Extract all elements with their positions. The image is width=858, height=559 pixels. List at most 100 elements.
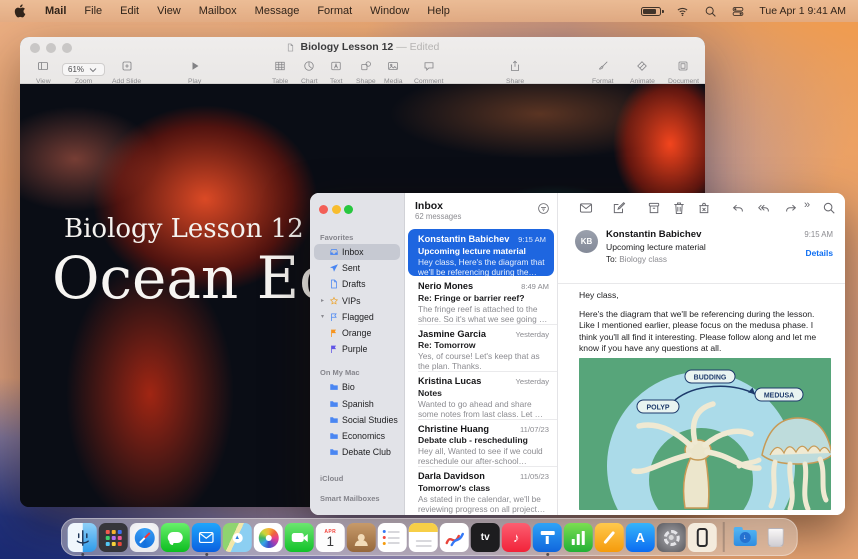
menu-edit[interactable]: Edit <box>111 5 148 17</box>
details-link[interactable]: Details <box>806 248 833 258</box>
sidebar-item-purple-flag[interactable]: Purple <box>324 341 400 357</box>
dock-freeform-icon[interactable] <box>440 523 469 552</box>
message-row[interactable]: Jasmine GarciaYesterday Re: Tomorrow Yes… <box>405 324 557 372</box>
menu-mail[interactable]: Mail <box>36 5 75 17</box>
add-slide-button[interactable]: Add Slide <box>112 59 141 85</box>
sidebar-item-sent[interactable]: Sent <box>314 260 400 276</box>
trash-icon[interactable] <box>672 201 686 215</box>
keynote-titlebar: Biology Lesson 12 — Edited View 61%Zoom … <box>20 37 705 84</box>
dock-apple-tv-icon[interactable]: tv <box>471 523 500 552</box>
dock-contacts-icon[interactable] <box>347 523 376 552</box>
get-mail-icon[interactable] <box>579 201 593 215</box>
comment-button[interactable]: Comment <box>414 59 443 85</box>
menu-format[interactable]: Format <box>308 5 361 17</box>
play-button[interactable]: Play <box>188 59 201 85</box>
share-button[interactable]: Share <box>506 59 524 85</box>
forward-icon[interactable] <box>784 201 798 215</box>
message-row[interactable]: Kristina LucasYesterday Notes Wanted to … <box>405 371 557 419</box>
slide-title-text: Ocean Ec <box>52 244 332 312</box>
more-actions-icon[interactable]: » <box>804 199 818 213</box>
format-button[interactable]: Format <box>592 59 614 85</box>
search-icon[interactable] <box>822 201 836 215</box>
sidebar-item-label: Spanish <box>342 399 374 409</box>
dock-calendar-icon[interactable]: APR1 <box>316 523 345 552</box>
dock-iphone-mirroring-icon[interactable] <box>688 523 717 552</box>
sidebar-item-drafts[interactable]: Drafts <box>314 276 400 292</box>
mail-traffic-lights[interactable] <box>319 205 353 214</box>
sidebar-item-vips[interactable]: ▸VIPs <box>314 293 400 309</box>
message-row[interactable]: Darla Davidson11/05/23 Tomorrow's class … <box>405 466 557 514</box>
sidebar-item-flagged[interactable]: ▾Flagged <box>314 309 400 325</box>
dock-music-icon[interactable]: ♪ <box>502 523 531 552</box>
chart-button[interactable]: Chart <box>301 59 318 85</box>
menu-view[interactable]: View <box>148 5 190 17</box>
view-button[interactable]: View <box>36 59 51 85</box>
reply-icon[interactable] <box>731 201 745 215</box>
dock-maps-icon[interactable]: ▲ <box>223 523 252 552</box>
sidebar-header-favorites: Favorites <box>320 233 404 242</box>
dock-trash-icon[interactable] <box>761 523 790 552</box>
slide-kicker-text: Biology Lesson 12 <box>64 214 304 244</box>
dock-downloads-folder-icon[interactable]: ↓ <box>730 523 759 552</box>
media-button[interactable]: Media <box>384 59 403 85</box>
dock-notes-icon[interactable] <box>409 523 438 552</box>
dock-numbers-icon[interactable] <box>564 523 593 552</box>
search-icon[interactable] <box>704 5 717 18</box>
reply-all-icon[interactable] <box>757 201 771 215</box>
dock-pages-icon[interactable] <box>595 523 624 552</box>
animate-button[interactable]: Animate <box>630 59 655 85</box>
dock-photos-icon[interactable] <box>254 523 283 552</box>
chevron-right-icon[interactable]: ▸ <box>319 297 326 304</box>
keynote-edited-badge: — Edited <box>396 41 439 53</box>
control-center-icon[interactable] <box>731 5 745 18</box>
dock-messages-icon[interactable] <box>161 523 190 552</box>
close-button[interactable] <box>319 205 328 214</box>
sidebar-header-icloud[interactable]: iCloud <box>320 474 404 483</box>
dock-reminders-icon[interactable] <box>378 523 407 552</box>
detail-sender: Konstantin Babichev <box>606 229 701 240</box>
dock-facetime-icon[interactable] <box>285 523 314 552</box>
shape-button[interactable]: Shape <box>356 59 376 85</box>
menu-window[interactable]: Window <box>361 5 418 17</box>
sidebar-item-orange-flag[interactable]: Orange <box>324 325 400 341</box>
archive-icon[interactable] <box>647 201 661 215</box>
apple-menu-icon[interactable] <box>14 4 26 18</box>
filter-icon[interactable] <box>537 202 550 215</box>
dock-launchpad-icon[interactable] <box>99 523 128 552</box>
menu-file[interactable]: File <box>75 5 111 17</box>
dock-finder-icon[interactable] <box>68 523 97 552</box>
zoom-button[interactable] <box>344 205 353 214</box>
menu-help[interactable]: Help <box>418 5 459 17</box>
menu-message[interactable]: Message <box>246 5 309 17</box>
menu-mailbox[interactable]: Mailbox <box>190 5 246 17</box>
sidebar-header-smart-mailboxes[interactable]: Smart Mailboxes <box>320 494 404 503</box>
message-detail-pane: » KB Konstantin Babichev Upcoming lectur… <box>557 193 845 515</box>
sidebar-folder-economics[interactable]: Economics <box>314 428 400 444</box>
compose-icon[interactable] <box>612 201 626 215</box>
message-row[interactable]: Nerio Mones8:49 AM Re: Fringe or barrier… <box>405 276 557 324</box>
text-button[interactable]: Text <box>330 59 342 85</box>
wifi-icon[interactable] <box>675 5 690 18</box>
dock-app-store-icon[interactable]: A <box>626 523 655 552</box>
junk-icon[interactable] <box>697 201 711 215</box>
jellyfish-diagram-attachment[interactable]: POLYP BUDDING MEDUSA <box>579 358 831 510</box>
sidebar-item-inbox[interactable]: Inbox <box>314 244 400 260</box>
message-time: 9:15 AM <box>518 235 546 244</box>
sidebar-folder-spanish[interactable]: Spanish <box>314 396 400 412</box>
dock-system-settings-icon[interactable] <box>657 523 686 552</box>
sidebar-folder-bio[interactable]: Bio <box>314 379 400 395</box>
dock-keynote-icon[interactable] <box>533 523 562 552</box>
message-row[interactable]: Konstantin Babichev9:15 AM Upcoming lect… <box>408 229 554 276</box>
sidebar-folder-social-studies[interactable]: Social Studies <box>314 412 400 428</box>
sidebar-folder-debate-club[interactable]: Debate Club <box>314 444 400 460</box>
dock-safari-icon[interactable] <box>130 523 159 552</box>
message-row[interactable]: Christine Huang11/07/23 Debate club - re… <box>405 419 557 467</box>
minimize-button[interactable] <box>332 205 341 214</box>
chevron-down-icon[interactable]: ▾ <box>319 313 326 320</box>
zoom-dropdown[interactable]: 61%Zoom <box>62 59 105 85</box>
dock-mail-icon[interactable] <box>192 523 221 552</box>
document-button[interactable]: Document <box>668 59 699 85</box>
battery-icon[interactable] <box>641 7 661 16</box>
menu-bar-clock[interactable]: Tue Apr 1 9:41 AM <box>759 5 846 17</box>
table-button[interactable]: Table <box>272 59 288 85</box>
